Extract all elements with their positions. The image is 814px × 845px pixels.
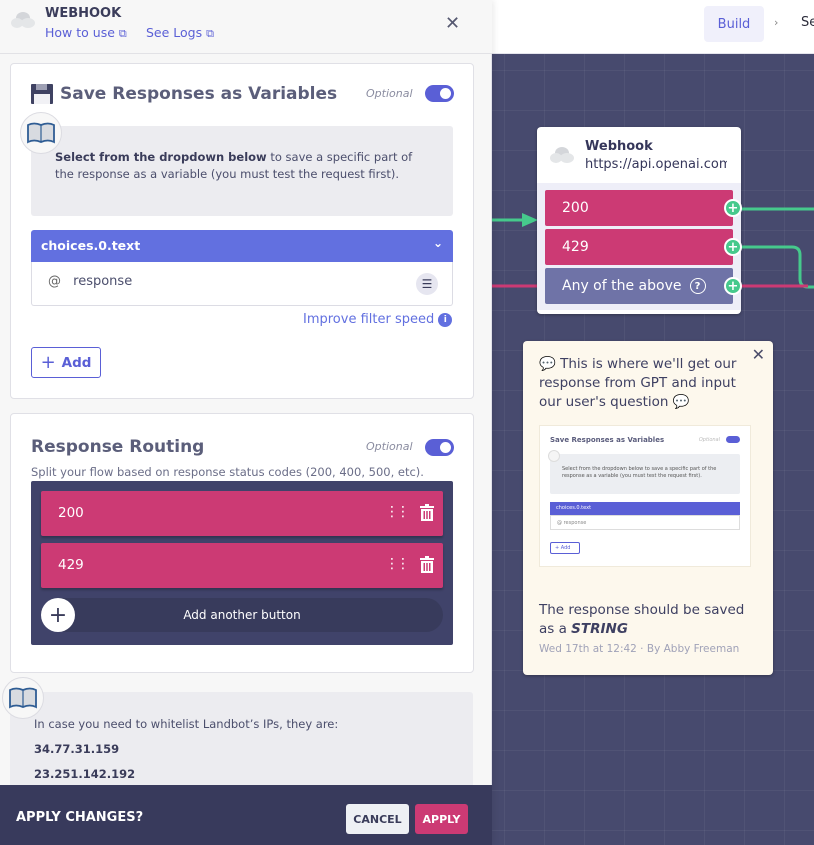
external-link-icon: ⧉ [206, 27, 214, 40]
improve-filter-speed-link[interactable]: Improve filter speed i [303, 312, 453, 327]
thumb-title: Save Responses as Variables [550, 436, 665, 444]
cloud-icon [11, 12, 35, 28]
response-path-select[interactable]: choices.0.text ⌄ [31, 230, 453, 262]
breadcrumb-separator: › [774, 16, 779, 29]
drag-handle-icon[interactable]: ⋮⋮ [385, 504, 410, 520]
output-200[interactable]: 200 + [545, 190, 742, 226]
panel-header: WEBHOOK How to use ⧉ See Logs ⧉ ✕ [0, 0, 492, 54]
add-connection-icon[interactable]: + [724, 238, 742, 256]
thumb-optional: Optional [698, 437, 720, 443]
note-meta: Wed 17th at 12:42 · By Abby Freeman [539, 643, 740, 655]
drag-handle-icon[interactable]: ⋮⋮ [385, 556, 410, 572]
node-url: https://api.openai.com/v1/completions [585, 157, 727, 172]
add-connection-icon[interactable]: + [724, 199, 742, 217]
see-logs-link[interactable]: See Logs ⧉ [146, 25, 214, 41]
cancel-button[interactable]: CANCEL [346, 804, 409, 834]
routes-list: 200 ⋮⋮ 429 ⋮⋮ + Add another button [31, 481, 453, 645]
selected-path: choices.0.text [41, 238, 141, 253]
add-label: Add [61, 354, 92, 371]
note-screenshot: Save Responses as Variables Optional Sel… [539, 425, 751, 567]
book-icon [20, 112, 62, 154]
output-label: Any of the above [562, 278, 682, 294]
top-bar: Build › Se [492, 0, 814, 54]
add-another-label: Add another button [183, 608, 301, 622]
note-footer-prefix: The response should be saved as a [539, 602, 745, 637]
ip-whitelist-box: In case you need to whitelist Landbot’s … [10, 692, 473, 792]
improve-label: Improve filter speed [303, 312, 435, 327]
save-responses-toggle[interactable] [425, 85, 454, 102]
webhook-panel: WEBHOOK How to use ⧉ See Logs ⧉ ✕ Save Res… [0, 0, 492, 845]
output-label: 200 [562, 200, 589, 216]
ip-address: 23.251.142.192 [34, 767, 136, 781]
floppy-disk-icon [31, 84, 53, 104]
optional-label: Optional [366, 87, 413, 100]
incoming-arrow-icon [522, 213, 538, 227]
book-icon [548, 450, 560, 462]
add-button[interactable]: + Add [31, 347, 101, 378]
variable-name: response [73, 274, 133, 289]
breadcrumb-build[interactable]: Build [704, 6, 764, 42]
add-another-button[interactable]: + Add another button [41, 598, 443, 632]
how-to-use-link[interactable]: How to use ⧉ [45, 25, 127, 41]
link-label: See Logs [146, 25, 203, 40]
cloud-icon [550, 147, 574, 163]
route-label: 200 [58, 505, 84, 521]
save-responses-card: Save Responses as Variables Optional Sel… [10, 63, 474, 399]
section-title: Save Responses as Variables [60, 84, 338, 104]
at-icon: @ [48, 274, 61, 289]
output-label: 429 [562, 239, 589, 255]
info-icon: i [438, 312, 453, 327]
save-info-box: Select from the dropdown below to save a… [31, 126, 453, 216]
thumb-toggle [726, 436, 740, 443]
thumb-add: + Add [550, 542, 580, 554]
trash-icon[interactable] [420, 556, 434, 573]
route-item[interactable]: 200 ⋮⋮ [41, 491, 443, 536]
info-bold: Select from the dropdown below [55, 150, 267, 164]
response-routing-card: Response Routing Optional Split your flo… [10, 413, 474, 673]
add-connection-icon[interactable]: + [724, 277, 742, 295]
optional-label: Optional [366, 440, 413, 453]
node-outputs: 200 + 429 + Any of the above ? + [537, 183, 742, 310]
output-any[interactable]: Any of the above ? + [545, 268, 742, 304]
route-item[interactable]: 429 ⋮⋮ [41, 543, 443, 588]
variable-field[interactable]: @ response ☰ [31, 262, 453, 306]
response-routing-toggle[interactable] [425, 439, 454, 456]
output-429[interactable]: 429 + [545, 229, 742, 265]
connection-429 [740, 245, 814, 289]
help-icon[interactable]: ? [689, 278, 706, 294]
routing-description: Split your flow based on response status… [31, 465, 424, 479]
node-title: Webhook [585, 139, 653, 154]
note-footer-emphasis: STRING [571, 621, 628, 637]
panel-title: WEBHOOK [45, 6, 122, 21]
ip-intro: In case you need to whitelist Landbot’s … [34, 717, 339, 731]
list-icon[interactable]: ☰ [416, 273, 438, 295]
trash-icon[interactable] [420, 504, 434, 521]
chevron-down-icon: ⌄ [432, 236, 443, 250]
thumb-info: Select from the dropdown below to save a… [550, 454, 740, 494]
external-link-icon: ⧉ [118, 27, 127, 40]
thumb-select: choices.0.text [550, 502, 740, 515]
sticky-note[interactable]: ✕ 💬 This is where we'll get our response… [523, 341, 773, 675]
plus-icon: + [40, 352, 56, 373]
close-icon[interactable]: ✕ [445, 13, 460, 34]
flow-canvas[interactable]: Webhook https://api.openai.com/v1/comple… [492, 54, 814, 845]
note-text: 💬 This is where we'll get our response f… [539, 356, 737, 410]
apply-button[interactable]: APPLY [415, 804, 468, 834]
book-icon [2, 677, 44, 719]
thumb-response: @ response [550, 515, 740, 530]
breadcrumb-next[interactable]: Se [801, 15, 814, 30]
plus-icon: + [41, 598, 75, 632]
apply-changes-bar: APPLY CHANGES? CANCEL APPLY [0, 785, 492, 845]
ip-address: 34.77.31.159 [34, 742, 120, 756]
section-title: Response Routing [31, 437, 205, 457]
apply-question: APPLY CHANGES? [16, 810, 144, 825]
note-footer: The response should be saved as a STRING [539, 601, 761, 639]
route-label: 429 [58, 557, 84, 573]
link-label: How to use [45, 25, 115, 40]
webhook-node[interactable]: Webhook https://api.openai.com/v1/comple… [537, 127, 742, 314]
